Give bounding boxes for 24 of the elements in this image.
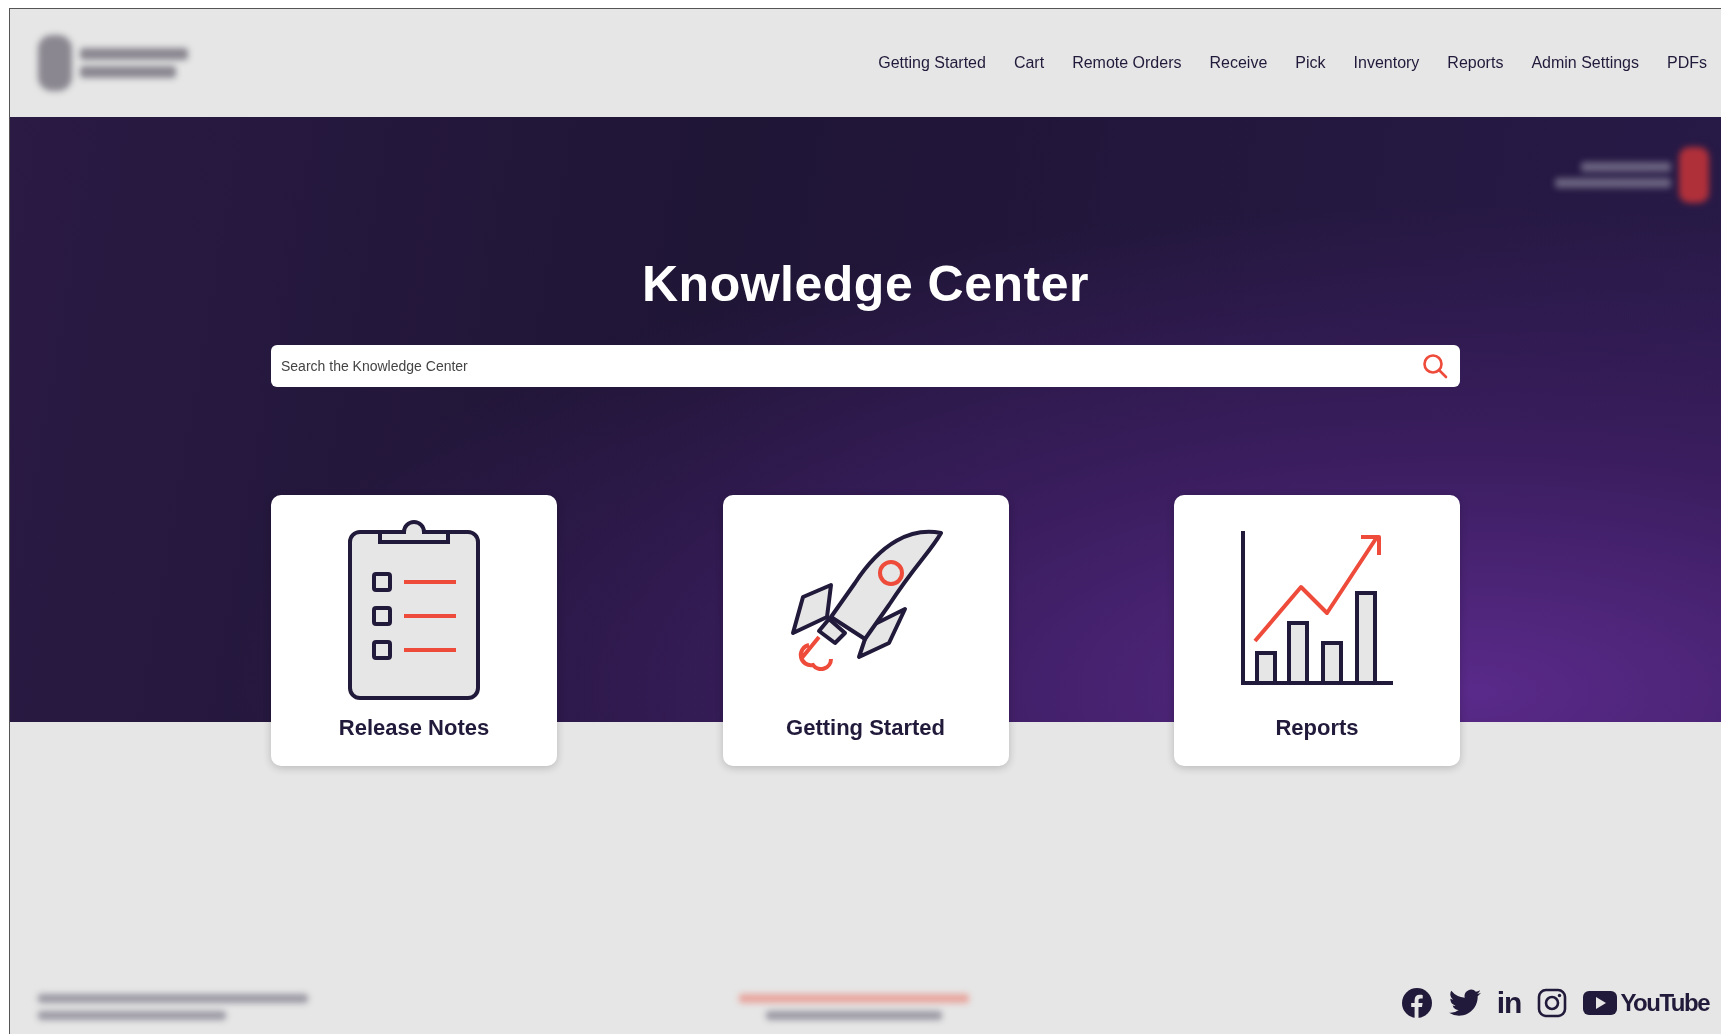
nav-link[interactable]: PDFs	[1667, 54, 1707, 72]
nav-link[interactable]: Reports	[1447, 54, 1504, 72]
nav-link[interactable]: Pick	[1295, 54, 1326, 72]
card-title: Release Notes	[338, 715, 490, 741]
page-title: Knowledge Center	[642, 255, 1089, 313]
linkedin-link[interactable]: in	[1496, 986, 1522, 1020]
nav-link[interactable]: Inventory	[1353, 54, 1420, 72]
category-card[interactable]: Release Notes	[271, 495, 557, 766]
nav-link[interactable]: Admin Settings	[1531, 54, 1639, 72]
youtube-link[interactable]: YouTube	[1583, 989, 1709, 1017]
nav-link[interactable]: Remote Orders	[1072, 54, 1182, 72]
category-card[interactable]: Reports	[1174, 495, 1460, 766]
nav-link[interactable]: Cart	[1013, 54, 1045, 72]
card-title: Reports	[1275, 715, 1359, 741]
nav-link[interactable]: Getting Started	[878, 54, 986, 72]
play-icon	[1583, 991, 1618, 1015]
bird-icon[interactable]	[1448, 989, 1481, 1017]
camera-icon[interactable]	[1537, 988, 1568, 1018]
search-field[interactable]: Search the Knowledge Center	[271, 345, 1460, 387]
category-card[interactable]: Getting Started	[722, 495, 1009, 766]
nav-link[interactable]: Receive	[1209, 54, 1268, 72]
card-title: Getting Started	[786, 715, 945, 741]
search-icon[interactable]	[1422, 353, 1448, 379]
facebook-icon[interactable]	[1400, 987, 1433, 1019]
